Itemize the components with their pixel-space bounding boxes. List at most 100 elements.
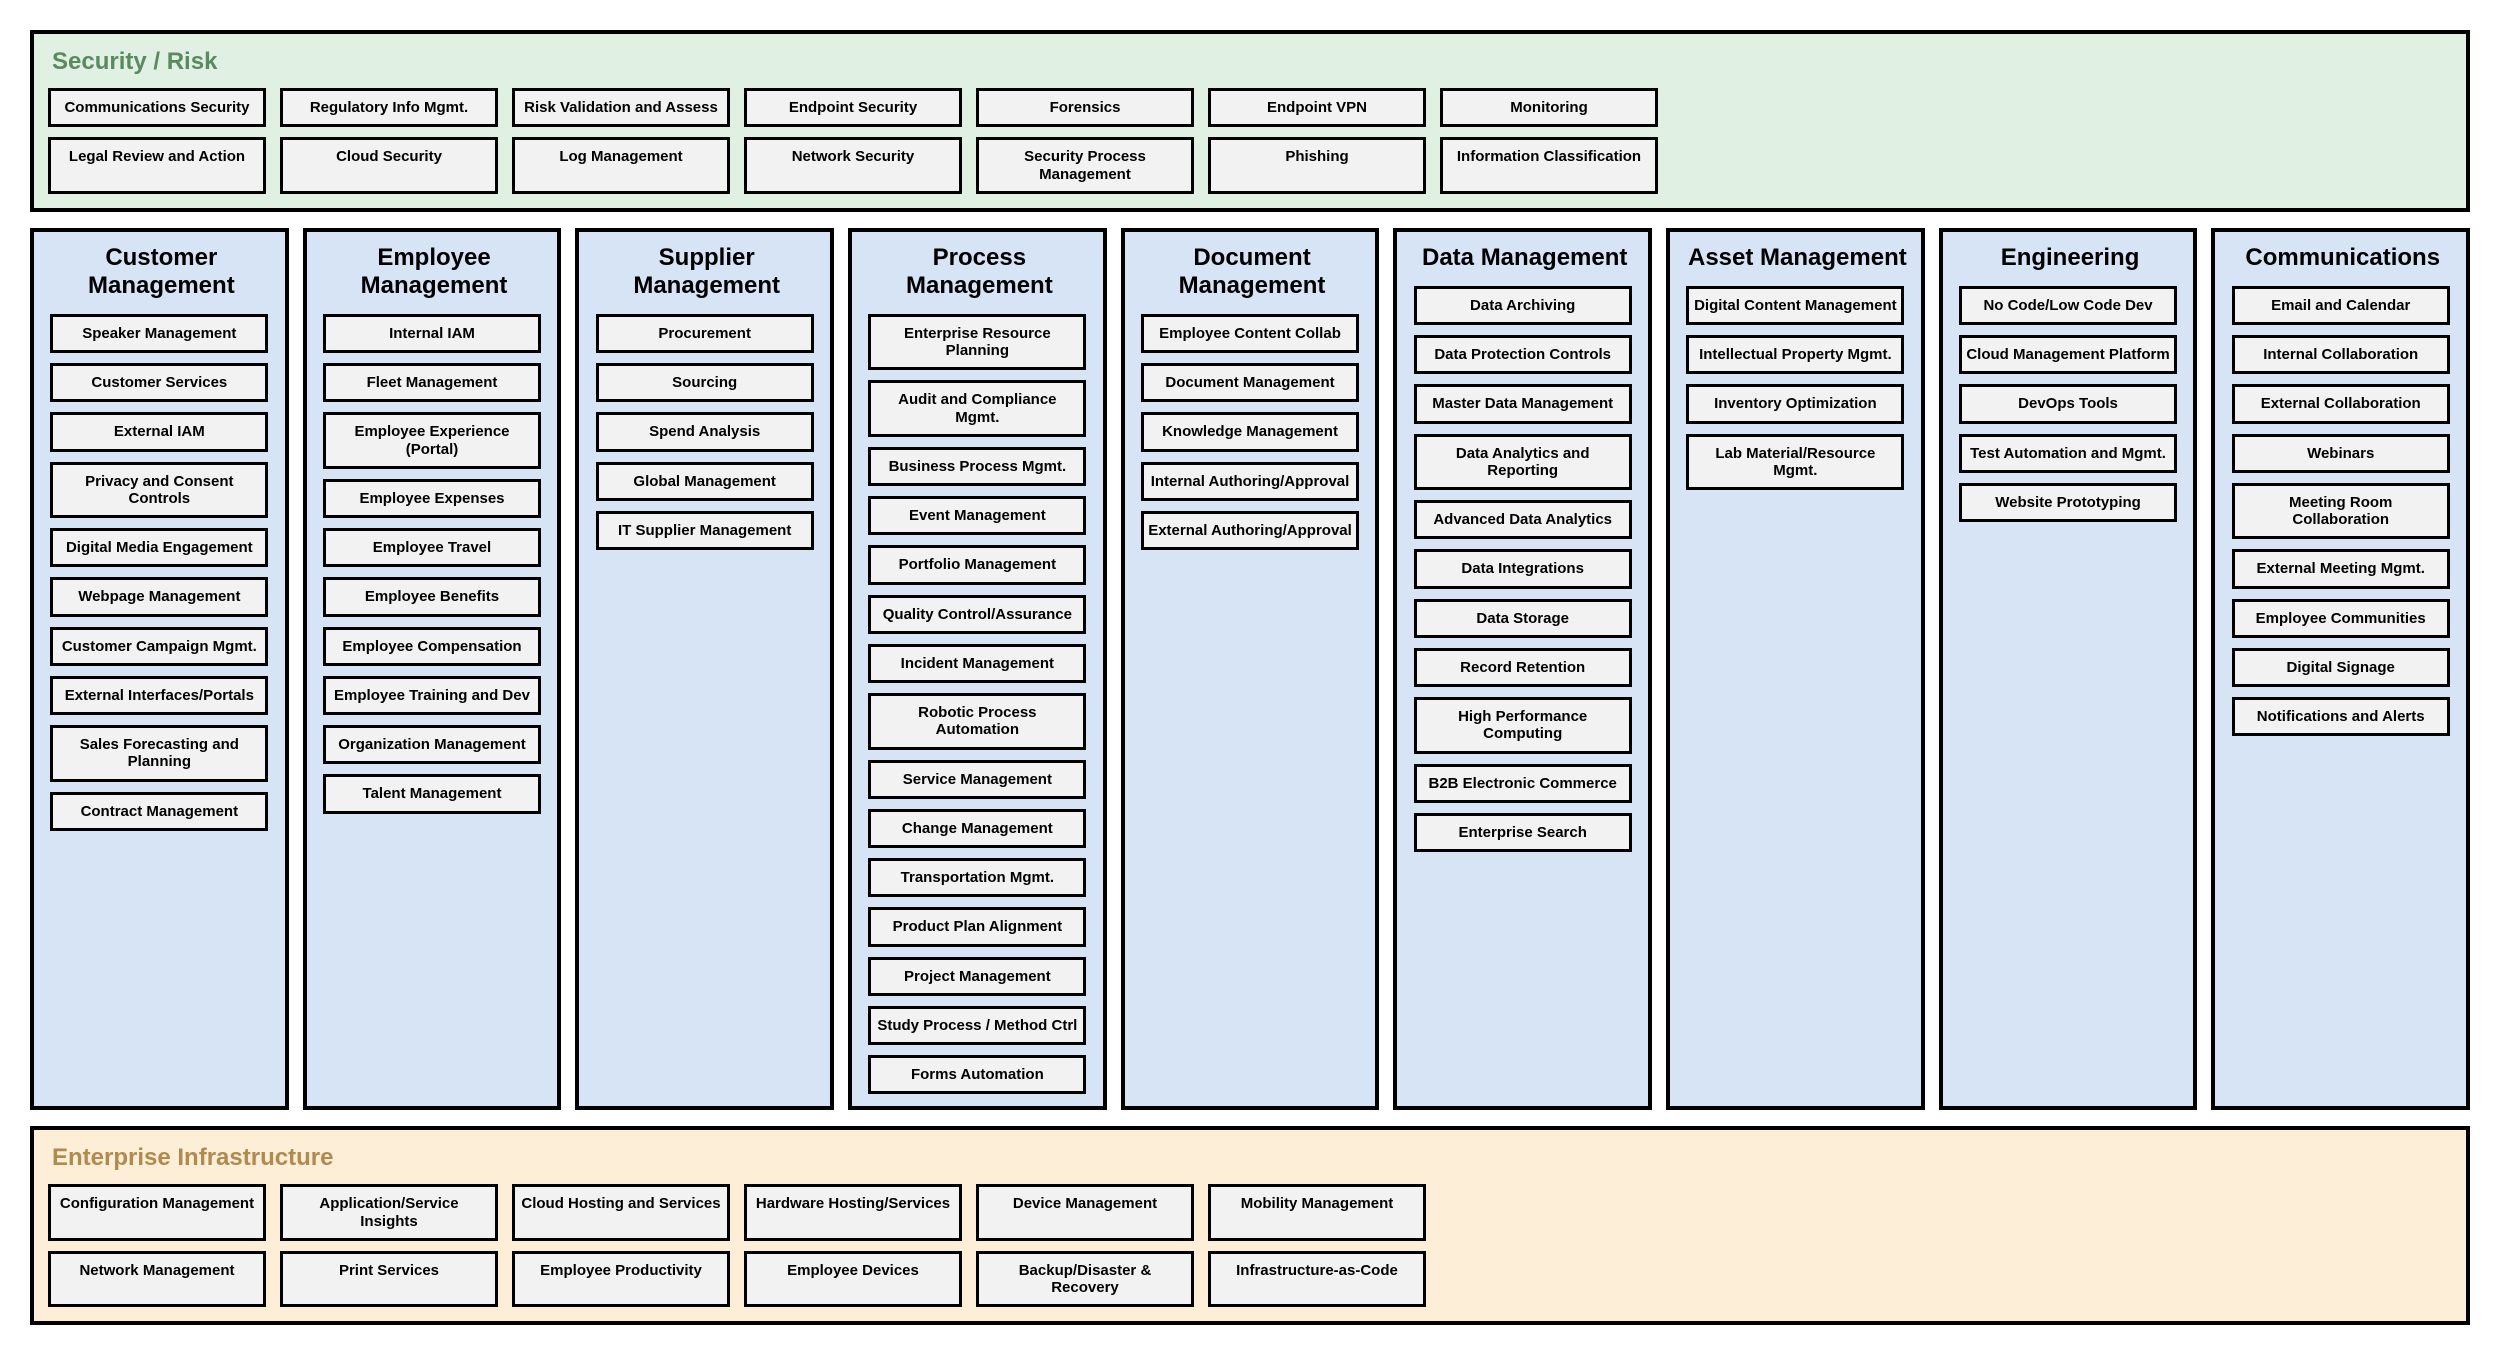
capability-box: Data Storage — [1414, 599, 1632, 638]
chip: Device Management — [976, 1184, 1194, 1241]
chip: Backup/Disaster & Recovery — [976, 1251, 1194, 1308]
infra-row-1: Configuration Management Application/Ser… — [48, 1184, 2452, 1241]
capability-box: Contract Management — [50, 792, 268, 831]
chip: Security Process Management — [976, 137, 1194, 194]
chip: Endpoint VPN — [1208, 88, 1426, 127]
capability-box: External Interfaces/Portals — [50, 676, 268, 715]
capability-box: High Performance Computing — [1414, 697, 1632, 754]
security-row-1: Communications Security Regulatory Info … — [48, 88, 2452, 127]
col-title: Communications — [2229, 244, 2456, 272]
capability-box: DevOps Tools — [1959, 384, 2177, 423]
col-stack: Enterprise Resource Planning Audit and C… — [862, 314, 1093, 1095]
capability-box: Test Automation and Mgmt. — [1959, 434, 2177, 473]
col-title: Supplier Management — [593, 244, 820, 300]
capability-box: External Meeting Mgmt. — [2232, 549, 2450, 588]
capability-box: Meeting Room Collaboration — [2232, 483, 2450, 540]
capability-box: Business Process Mgmt. — [868, 447, 1086, 486]
chip: Network Management — [48, 1251, 266, 1308]
chip: Infrastructure-as-Code — [1208, 1251, 1426, 1308]
capability-box: Global Management — [596, 462, 814, 501]
capability-box: Product Plan Alignment — [868, 907, 1086, 946]
capability-box: No Code/Low Code Dev — [1959, 286, 2177, 325]
chip: Endpoint Security — [744, 88, 962, 127]
col-document-management: Document Management Employee Content Col… — [1121, 228, 1380, 1111]
capability-box: Event Management — [868, 496, 1086, 535]
chip: Legal Review and Action — [48, 137, 266, 194]
col-title: Employee Management — [321, 244, 548, 300]
capability-box: Change Management — [868, 809, 1086, 848]
col-customer-management: Customer Management Speaker Management C… — [30, 228, 289, 1111]
chip: Print Services — [280, 1251, 498, 1308]
section-security-risk: Security / Risk Communications Security … — [30, 30, 2470, 212]
col-title: Data Management — [1411, 244, 1638, 272]
capability-box: Project Management — [868, 957, 1086, 996]
capability-box: Employee Content Collab — [1141, 314, 1359, 353]
capability-box: Audit and Compliance Mgmt. — [868, 380, 1086, 437]
capability-box: Spend Analysis — [596, 412, 814, 451]
chip: Employee Productivity — [512, 1251, 730, 1308]
col-process-management: Process Management Enterprise Resource P… — [848, 228, 1107, 1111]
capability-box: Lab Material/Resource Mgmt. — [1686, 434, 1904, 491]
chip: Monitoring — [1440, 88, 1658, 127]
middle-columns: Customer Management Speaker Management C… — [30, 228, 2470, 1111]
capability-box: Data Archiving — [1414, 286, 1632, 325]
capability-box: Document Management — [1141, 363, 1359, 402]
col-engineering: Engineering No Code/Low Code Dev Cloud M… — [1939, 228, 2198, 1111]
chip: Phishing — [1208, 137, 1426, 194]
capability-box: Employee Benefits — [323, 577, 541, 616]
capability-box: Speaker Management — [50, 314, 268, 353]
capability-box: Employee Experience (Portal) — [323, 412, 541, 469]
capability-box: Employee Training and Dev — [323, 676, 541, 715]
col-asset-management: Asset Management Digital Content Managem… — [1666, 228, 1925, 1111]
capability-box: Study Process / Method Ctrl — [868, 1006, 1086, 1045]
capability-box: Forms Automation — [868, 1055, 1086, 1094]
chip: Information Classification — [1440, 137, 1658, 194]
section-enterprise-infrastructure: Enterprise Infrastructure Configuration … — [30, 1126, 2470, 1325]
col-title: Process Management — [866, 244, 1093, 300]
capability-box: Robotic Process Automation — [868, 693, 1086, 750]
capability-box: Customer Services — [50, 363, 268, 402]
capability-box: Privacy and Consent Controls — [50, 462, 268, 519]
capability-box: Customer Campaign Mgmt. — [50, 627, 268, 666]
capability-box: Cloud Management Platform — [1959, 335, 2177, 374]
capability-box: IT Supplier Management — [596, 511, 814, 550]
section-title-security-risk: Security / Risk — [52, 48, 2452, 76]
section-title-enterprise-infrastructure: Enterprise Infrastructure — [52, 1144, 2452, 1172]
capability-box: Internal Authoring/Approval — [1141, 462, 1359, 501]
capability-box: External Collaboration — [2232, 384, 2450, 423]
chip: Mobility Management — [1208, 1184, 1426, 1241]
capability-box: Record Retention — [1414, 648, 1632, 687]
chip: Cloud Hosting and Services — [512, 1184, 730, 1241]
capability-box: Digital Content Management — [1686, 286, 1904, 325]
col-data-management: Data Management Data Archiving Data Prot… — [1393, 228, 1652, 1111]
chip: Cloud Security — [280, 137, 498, 194]
col-employee-management: Employee Management Internal IAM Fleet M… — [303, 228, 562, 1111]
capability-box: Digital Media Engagement — [50, 528, 268, 567]
capability-box: Email and Calendar — [2232, 286, 2450, 325]
capability-box: Employee Expenses — [323, 479, 541, 518]
security-row-2: Legal Review and Action Cloud Security L… — [48, 137, 2452, 194]
col-stack: Speaker Management Customer Services Ext… — [44, 314, 275, 831]
capability-box: Enterprise Resource Planning — [868, 314, 1086, 371]
capability-box: Webinars — [2232, 434, 2450, 473]
capability-box: Employee Communities — [2232, 599, 2450, 638]
capability-box: Portfolio Management — [868, 545, 1086, 584]
capability-box: Website Prototyping — [1959, 483, 2177, 522]
security-rows: Communications Security Regulatory Info … — [48, 88, 2452, 194]
col-stack: No Code/Low Code Dev Cloud Management Pl… — [1953, 286, 2184, 522]
chip: Communications Security — [48, 88, 266, 127]
capability-box: Organization Management — [323, 725, 541, 764]
col-title: Engineering — [1957, 244, 2184, 272]
col-title: Asset Management — [1684, 244, 1911, 272]
col-title: Customer Management — [48, 244, 275, 300]
col-communications: Communications Email and Calendar Intern… — [2211, 228, 2470, 1111]
col-stack: Procurement Sourcing Spend Analysis Glob… — [589, 314, 820, 550]
col-title: Document Management — [1139, 244, 1366, 300]
capability-box: Data Protection Controls — [1414, 335, 1632, 374]
capability-box: Service Management — [868, 760, 1086, 799]
chip: Application/Service Insights — [280, 1184, 498, 1241]
capability-box: Master Data Management — [1414, 384, 1632, 423]
capability-box: Data Integrations — [1414, 549, 1632, 588]
infra-rows: Configuration Management Application/Ser… — [48, 1184, 2452, 1307]
diagram-canvas: Security / Risk Communications Security … — [30, 30, 2470, 1325]
